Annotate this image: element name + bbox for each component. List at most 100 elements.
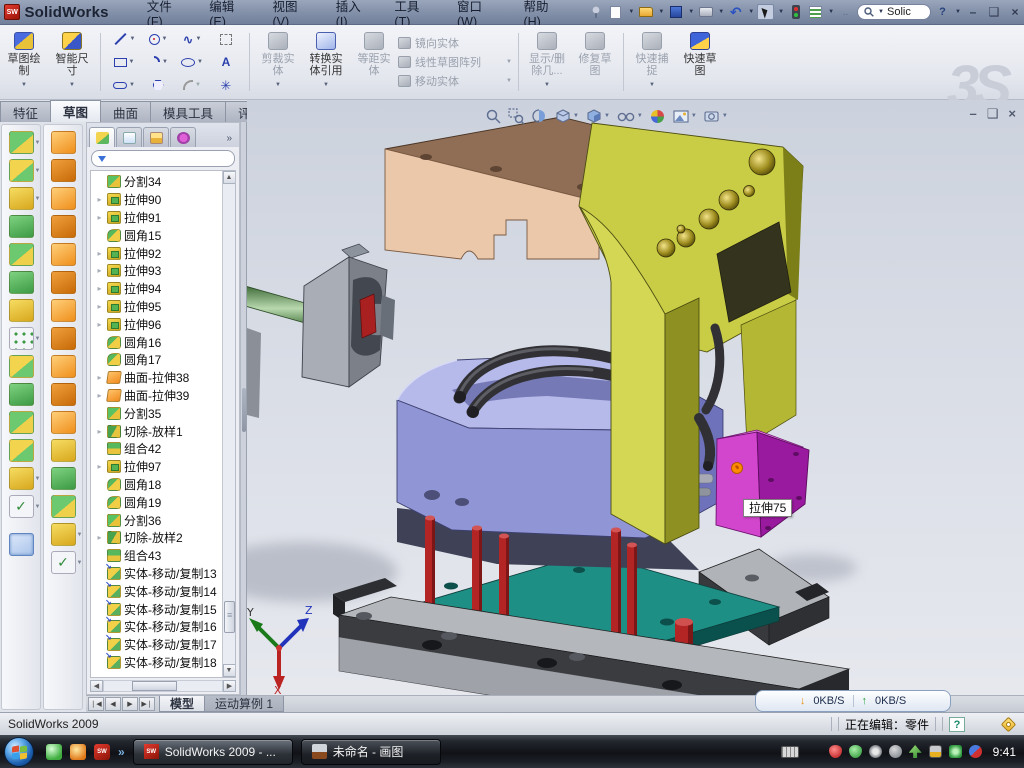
move-copy-body-icon[interactable] — [9, 439, 34, 462]
save-caret-icon[interactable]: ▼ — [688, 9, 694, 15]
tray-settings-icon[interactable] — [869, 745, 882, 758]
doc-restore-button[interactable]: ❑ — [987, 106, 999, 122]
curves-icon[interactable]: ✓▼ — [51, 551, 76, 574]
thicken-icon[interactable] — [51, 439, 76, 462]
configurationmanager-tab[interactable] — [143, 127, 169, 147]
tray-volume-icon[interactable] — [889, 745, 902, 758]
arc-tool[interactable]: ▼ — [141, 51, 175, 74]
close-button[interactable]: × — [1006, 5, 1024, 19]
rib-icon[interactable] — [9, 355, 34, 378]
tab-motion-study[interactable]: 运动算例 1 — [204, 696, 284, 712]
view-settings-icon[interactable]: ▼ — [703, 108, 728, 125]
tree-vertical-scrollbar[interactable]: ▲ ▼ — [222, 171, 235, 677]
point-tool[interactable]: ✳ — [209, 74, 243, 97]
zoom-fit-icon[interactable] — [485, 108, 502, 125]
trim-entities-button[interactable]: 剪裁实体 ▼ — [254, 25, 302, 99]
extrude-cut-icon[interactable]: ▼ — [9, 159, 34, 182]
hole-wizard-icon[interactable] — [9, 299, 34, 322]
options-caret-icon[interactable]: ▼ — [828, 9, 834, 15]
clamp-insert[interactable] — [360, 294, 376, 338]
trim-surface-icon[interactable] — [51, 383, 76, 406]
help-icon[interactable]: ? — [934, 4, 951, 20]
taskbar-button-solidworks[interactable]: SW SolidWorks 2009 - ... — [133, 739, 293, 765]
display-delete-relations-button[interactable]: 显示/删除几... ▼ — [523, 25, 571, 99]
zoom-area-icon[interactable] — [508, 108, 525, 125]
taskbar-button-paint[interactable]: 未命名 - 画图 — [301, 739, 441, 765]
reference-point-icon[interactable]: ▼ — [9, 467, 34, 490]
last-tab-button[interactable]: ▶❘ — [139, 697, 155, 711]
sketch-fillet-tool[interactable]: ▼ — [175, 74, 209, 97]
repair-sketch-button[interactable]: 修复草图 — [571, 25, 619, 99]
tree-item-extrude93[interactable]: ▸拉伸93 — [91, 262, 222, 280]
pin-icon[interactable] — [587, 4, 604, 20]
vertical-scroll-thumb[interactable] — [224, 601, 235, 633]
scroll-right-icon[interactable]: ▶ — [223, 680, 236, 692]
slot-tool[interactable]: ▼ — [107, 74, 141, 97]
dimxpertmanager-tab[interactable] — [170, 127, 196, 147]
tree-item-surface-extrude39[interactable]: ▸曲面-拉伸39 — [91, 387, 222, 405]
tree-item-combine42[interactable]: 组合42 — [91, 440, 222, 458]
search-box[interactable]: ▼ Solic — [857, 4, 931, 20]
tree-item-loftcut1[interactable]: ▸切除-放样1 — [91, 422, 222, 440]
tray-health-icon[interactable] — [949, 745, 962, 758]
clamp-block[interactable] — [302, 244, 395, 387]
doc-minimize-button[interactable]: – — [970, 106, 977, 122]
offset-entities-button[interactable]: 等距实体 — [350, 25, 398, 99]
minimize-button[interactable]: – — [964, 5, 982, 19]
view-orientation-icon[interactable]: ▼ — [554, 108, 579, 125]
panel-splitter[interactable] — [240, 122, 247, 695]
print-caret-icon[interactable]: ▼ — [718, 9, 724, 15]
rectangle-tool[interactable]: ▼ — [107, 51, 141, 74]
quick-tips-icon[interactable]: ? — [949, 717, 965, 732]
tab-features[interactable]: 特征 — [0, 101, 51, 122]
tray-security-icon[interactable] — [829, 745, 842, 758]
rapid-sketch-button[interactable]: 快速草图 — [676, 25, 724, 99]
overflow-icon[interactable]: .. — [837, 4, 854, 20]
doc-close-button[interactable]: × — [1008, 106, 1016, 122]
offset-surface-icon[interactable] — [51, 299, 76, 322]
splitter-grip[interactable] — [242, 388, 246, 432]
tree-item-fillet17[interactable]: 圆角17 — [91, 351, 222, 369]
tree-item-split36[interactable]: 分割36 — [91, 511, 222, 529]
scroll-up-icon[interactable]: ▲ — [223, 171, 236, 184]
move-entities-button[interactable]: 移动实体▼ — [398, 73, 514, 89]
polygon-tool[interactable] — [141, 74, 175, 97]
tree-item-extrude97[interactable]: ▸拉伸97 — [91, 458, 222, 476]
new-document-icon[interactable] — [607, 4, 624, 20]
scroll-left-icon[interactable]: ◀ — [90, 680, 103, 692]
taskbar-clock[interactable]: 9:41 — [993, 745, 1016, 759]
messenger-icon[interactable] — [46, 744, 62, 760]
hide-show-items-icon[interactable]: ▼ — [616, 108, 643, 125]
scroll-down-icon[interactable]: ▼ — [223, 664, 236, 677]
tree-item-extrude95[interactable]: ▸拉伸95 — [91, 298, 222, 316]
tree-filter-box[interactable] — [91, 150, 235, 167]
tree-item-fillet19[interactable]: 圆角19 — [91, 493, 222, 511]
edit-appearance-icon[interactable] — [649, 108, 666, 125]
ruled-surface-icon[interactable] — [51, 327, 76, 350]
first-tab-button[interactable]: ❘◀ — [88, 697, 104, 711]
reference-geometry-icon[interactable]: ▼ — [51, 523, 76, 546]
tree-item-extrude90[interactable]: ▸拉伸90 — [91, 191, 222, 209]
smart-dimension-button[interactable]: 智能尺寸 ▼ — [48, 25, 96, 99]
filled-surface-icon[interactable] — [51, 243, 76, 266]
tab-sketch[interactable]: 草图 — [50, 100, 101, 122]
sketch-button[interactable]: 草图绘制 ▼ — [0, 25, 48, 99]
sketch-caret-icon[interactable]: ▼ — [21, 79, 27, 91]
rebuild-icon[interactable] — [787, 4, 804, 20]
tree-horizontal-scrollbar[interactable]: ◀ ▶ — [90, 679, 236, 692]
options-icon[interactable] — [807, 4, 824, 20]
propertymanager-tab[interactable] — [116, 127, 142, 147]
convert-entities-button[interactable]: 转换实体引用 ▼ — [302, 25, 350, 99]
circle-tool[interactable]: ▼ — [141, 28, 175, 51]
spline-tool[interactable]: ∿▼ — [175, 28, 209, 51]
solidworks-quicklaunch-icon[interactable]: SW — [94, 744, 110, 760]
planar-surface-icon[interactable] — [51, 271, 76, 294]
selection-box-t_tool[interactable] — [209, 28, 243, 51]
tree-item-extrude92[interactable]: ▸拉伸92 — [91, 244, 222, 262]
tree-item-fillet16[interactable]: 圆角16 — [91, 333, 222, 351]
print-icon[interactable] — [697, 4, 714, 20]
curve-icon[interactable]: ✓▼ — [9, 495, 34, 518]
extend-surface-icon[interactable] — [51, 355, 76, 378]
shell-icon[interactable] — [9, 243, 34, 266]
model-canvas[interactable]: Y Z X — [247, 100, 1024, 695]
